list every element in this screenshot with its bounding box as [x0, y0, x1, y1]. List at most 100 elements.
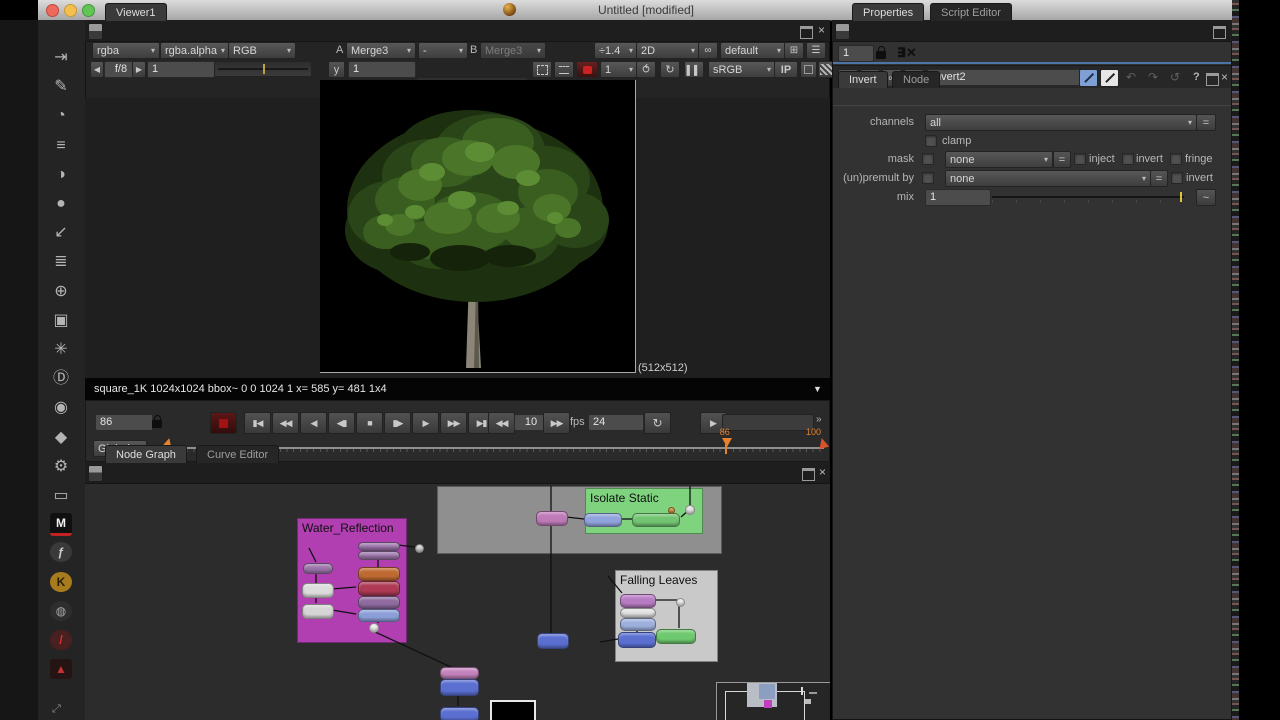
toolsets-icon[interactable]: ⚙: [46, 455, 76, 479]
mask-overlay-icon[interactable]: [800, 61, 817, 78]
tab-script-editor[interactable]: Script Editor: [930, 3, 1012, 21]
graph-node[interactable]: [618, 632, 656, 648]
postage-stamp-icon[interactable]: [1100, 69, 1119, 87]
graph-node[interactable]: [620, 618, 656, 631]
graph-node[interactable]: [620, 594, 656, 608]
graph-node[interactable]: [620, 608, 656, 618]
channels-equals-button[interactable]: =: [1196, 114, 1216, 131]
undo-icon[interactable]: ↶: [1126, 70, 1136, 84]
tab-node[interactable]: Node: [892, 71, 940, 88]
properties-float-panel-icon[interactable]: [1213, 26, 1226, 39]
premult-equals-button[interactable]: =: [1150, 170, 1168, 187]
metadata-icon[interactable]: ◆: [46, 426, 76, 450]
graph-node[interactable]: [358, 596, 400, 609]
next-keyframe-button[interactable]: ▶▶: [440, 412, 467, 434]
views-icon[interactable]: ◉: [46, 396, 76, 420]
mask-equals-button[interactable]: =: [1053, 151, 1071, 168]
wipe-handles-icon[interactable]: ☰: [806, 42, 826, 59]
tab-properties[interactable]: Properties: [852, 3, 924, 21]
gain-prev-stop-button[interactable]: ◀: [90, 61, 104, 78]
color-icon[interactable]: ◑: [46, 163, 76, 187]
prev-keyframe-button[interactable]: ◀◀: [272, 412, 299, 434]
mix-slider[interactable]: [992, 196, 1184, 198]
graph-node[interactable]: [490, 700, 536, 720]
node-graph-canvas[interactable]: Isolate StaticWater_ReflectionFalling Le…: [85, 484, 830, 720]
graph-node[interactable]: [358, 551, 400, 560]
max-panels-input[interactable]: 1: [838, 45, 874, 62]
modo-plugin-icon[interactable]: M: [50, 513, 72, 536]
viewer-downrez-dropdown[interactable]: 1▾: [600, 61, 638, 78]
graph-node[interactable]: [537, 633, 569, 649]
goto-start-button[interactable]: ▮◀: [244, 412, 271, 434]
loop-mode-icon[interactable]: ↻: [644, 412, 671, 434]
graph-node[interactable]: [685, 505, 695, 515]
furnace-plugin-icon[interactable]: ƒ: [50, 542, 72, 562]
gain-input[interactable]: 1: [147, 61, 215, 78]
pause-viewer-icon[interactable]: ▌▌: [684, 61, 704, 78]
deep-icon[interactable]: Ⓓ: [46, 367, 76, 391]
premult-invert-checkbox[interactable]: [1171, 172, 1183, 184]
threed-icon[interactable]: ▣: [46, 309, 76, 333]
skip-forward-button[interactable]: ▶▶: [543, 412, 570, 434]
graph-node[interactable]: [358, 567, 400, 581]
graph-node[interactable]: [440, 707, 479, 720]
play-forward-button[interactable]: ▶: [412, 412, 439, 434]
timeline-overflow-icon[interactable]: »: [816, 414, 822, 425]
ofx-plugin-icon[interactable]: /: [50, 630, 72, 650]
window-titlebar[interactable]: Untitled [modified]: [38, 0, 1237, 21]
gain-next-stop-button[interactable]: ▶: [132, 61, 146, 78]
image-icon[interactable]: ⇥: [46, 46, 76, 70]
graph-node[interactable]: [369, 623, 379, 633]
fps-input[interactable]: 24: [588, 414, 644, 431]
graph-node[interactable]: [440, 679, 479, 696]
viewer-float-panel-icon[interactable]: [800, 26, 813, 39]
graph-node[interactable]: [358, 609, 400, 622]
node-graph-close-panel-icon[interactable]: ×: [819, 467, 826, 477]
mask-checkbox[interactable]: [922, 153, 934, 165]
graph-node[interactable]: [415, 544, 424, 553]
node-graph-grip-icon[interactable]: [88, 465, 103, 482]
revert-icon[interactable]: ↺: [1170, 70, 1180, 84]
other-icon[interactable]: ▭: [46, 484, 76, 508]
transform-icon[interactable]: ⊕: [46, 280, 76, 304]
viewer-blend-dropdown[interactable]: -▾: [418, 42, 468, 59]
frame-lock-icon[interactable]: [152, 415, 163, 428]
status-caret-icon[interactable]: ▼: [813, 384, 822, 394]
graph-node[interactable]: [358, 581, 400, 596]
panels-lock-icon[interactable]: [876, 46, 887, 59]
channel-icon[interactable]: ≡: [46, 134, 76, 158]
graph-node[interactable]: [440, 667, 479, 679]
node-name-input[interactable]: Invert2: [927, 69, 1081, 86]
graph-node[interactable]: [302, 583, 334, 598]
tab-curve-editor[interactable]: Curve Editor: [196, 445, 279, 463]
roi-icon[interactable]: [532, 61, 552, 78]
sphere-plugin-icon[interactable]: ◍: [50, 601, 72, 621]
hide-input-icon[interactable]: [1079, 69, 1098, 87]
proxy-toggle-icon[interactable]: [554, 61, 574, 78]
premult-checkbox[interactable]: [922, 172, 934, 184]
render-plugin-icon[interactable]: ▲: [50, 659, 72, 679]
time-icon[interactable]: ◔: [46, 104, 76, 128]
graph-node[interactable]: [536, 511, 568, 526]
viewer-close-panel-icon[interactable]: ×: [818, 25, 825, 35]
input-process-button[interactable]: IP: [774, 61, 798, 78]
tab-invert[interactable]: Invert: [838, 71, 888, 88]
update-viewer-icon[interactable]: ⥀: [636, 61, 656, 78]
mask-invert-checkbox[interactable]: [1122, 153, 1134, 165]
viewer-display-channels-dropdown[interactable]: RGB▾: [228, 42, 296, 59]
viewer-zoom-dropdown[interactable]: ÷1.4▾: [594, 42, 638, 59]
node-graph-minimap[interactable]: [716, 682, 830, 720]
properties-grip-icon[interactable]: [835, 23, 850, 40]
gamma-toggle-button[interactable]: y: [328, 61, 345, 78]
graph-node[interactable]: [668, 507, 675, 514]
mix-input[interactable]: 1: [925, 189, 991, 206]
play-backward-button[interactable]: ◀: [300, 412, 327, 434]
mix-slider-handle[interactable]: [1180, 192, 1182, 202]
channels-dropdown[interactable]: all▾: [925, 114, 1197, 131]
step-forward-button[interactable]: ▮▶: [384, 412, 411, 434]
fringe-checkbox[interactable]: [1170, 153, 1182, 165]
viewer-lut-dropdown[interactable]: sRGB▾: [708, 61, 776, 78]
viewer-2d3d-dropdown[interactable]: 2D▾: [636, 42, 700, 59]
graph-node[interactable]: [302, 604, 334, 619]
graph-node[interactable]: [656, 629, 696, 644]
